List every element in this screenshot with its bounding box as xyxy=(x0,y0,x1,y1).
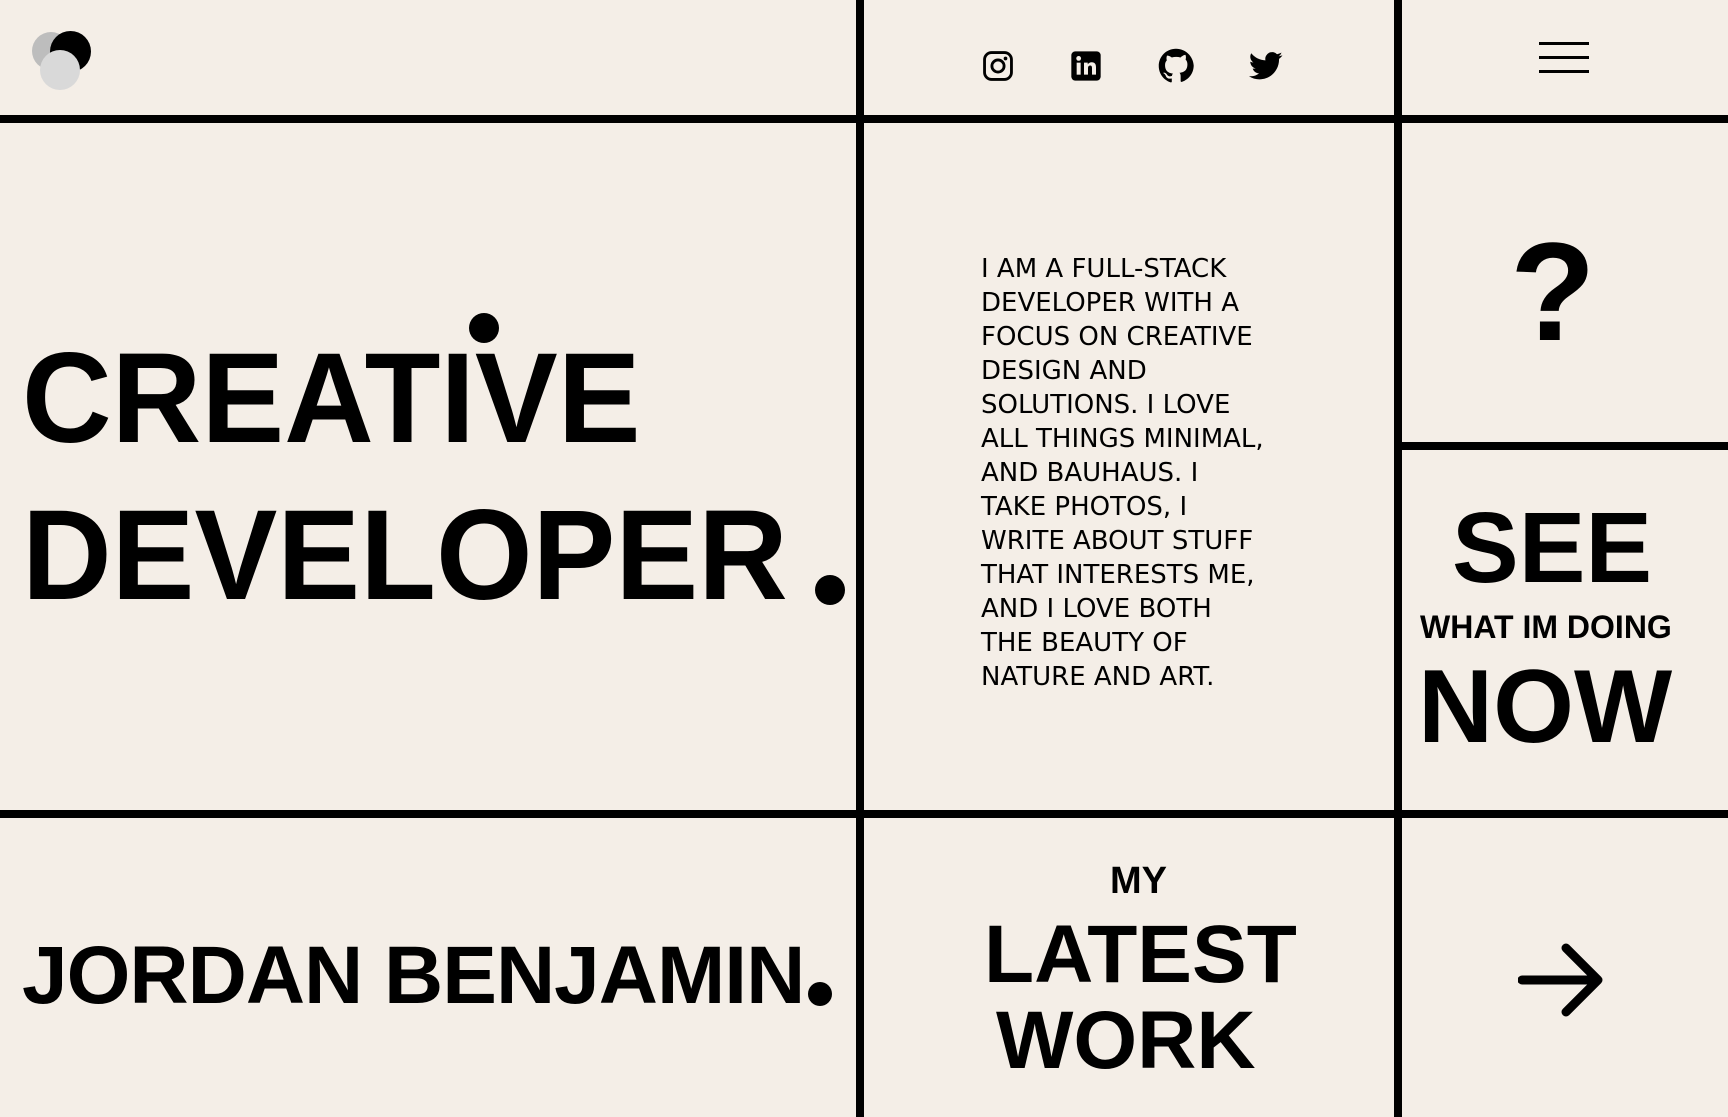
latest-work-latest[interactable]: LATEST xyxy=(984,914,1297,996)
twitter-icon[interactable] xyxy=(1246,46,1286,86)
github-icon[interactable] xyxy=(1156,46,1196,86)
bio-line: ALL THINGS MINIMAL, xyxy=(981,424,1264,454)
linkedin-icon[interactable] xyxy=(1066,46,1106,86)
bio-line: THAT INTERESTS ME, xyxy=(981,560,1255,590)
bio-line: AND BAUHAUS. I xyxy=(981,458,1199,488)
page: CREATIVE DEVELOPER I AM A FULL-STACK DEV… xyxy=(0,0,1728,1117)
hero-period-dot xyxy=(815,575,845,605)
hamburger-menu-icon[interactable] xyxy=(1539,40,1589,76)
bio-line: I AM A FULL-STACK xyxy=(981,254,1227,284)
bio-line: NATURE AND ART. xyxy=(981,662,1215,692)
bio-line: TAKE PHOTOS, I xyxy=(981,492,1188,522)
hero-line-creative: CREATIVE xyxy=(22,327,641,470)
latest-work-my[interactable]: MY xyxy=(1110,862,1167,900)
bio-line: WRITE ABOUT STUFF xyxy=(981,526,1254,556)
name-period-dot xyxy=(808,982,832,1006)
doing-label[interactable]: WHAT IM DOING xyxy=(1420,611,1672,643)
grid-divider-left xyxy=(856,0,864,1117)
bio-line: FOCUS ON CREATIVE xyxy=(981,322,1253,352)
arrow-right-icon[interactable] xyxy=(1517,934,1608,1024)
question-mark[interactable]: ? xyxy=(1510,222,1596,362)
bio-line: DESIGN AND xyxy=(981,356,1147,386)
grid-divider-side xyxy=(1394,442,1728,450)
now-label[interactable]: NOW xyxy=(1418,655,1672,759)
grid-divider-bottom xyxy=(0,810,1728,818)
logo-circles-icon[interactable] xyxy=(28,30,98,95)
grid-divider-top xyxy=(0,115,1728,123)
hero-i-dot xyxy=(469,313,499,343)
latest-work-work[interactable]: WORK xyxy=(996,1000,1256,1082)
see-label[interactable]: SEE xyxy=(1452,498,1652,598)
menu-bar xyxy=(1539,56,1589,59)
bio-line: AND I LOVE BOTH xyxy=(981,594,1212,624)
instagram-icon[interactable] xyxy=(978,46,1018,86)
grid-divider-right xyxy=(1394,0,1402,1117)
bio-text: I AM A FULL-STACK DEVELOPER WITH A FOCUS… xyxy=(981,252,1331,694)
menu-bar xyxy=(1539,42,1589,45)
logo-circle-light xyxy=(40,50,80,90)
bio-line: THE BEAUTY OF xyxy=(981,628,1188,658)
bio-line: SOLUTIONS. I LOVE xyxy=(981,390,1231,420)
bio-line: DEVELOPER WITH A xyxy=(981,288,1239,318)
name-heading: JORDAN BENJAMIN xyxy=(22,930,805,1021)
menu-bar xyxy=(1539,70,1589,73)
hero-line-developer: DEVELOPER xyxy=(22,484,788,627)
